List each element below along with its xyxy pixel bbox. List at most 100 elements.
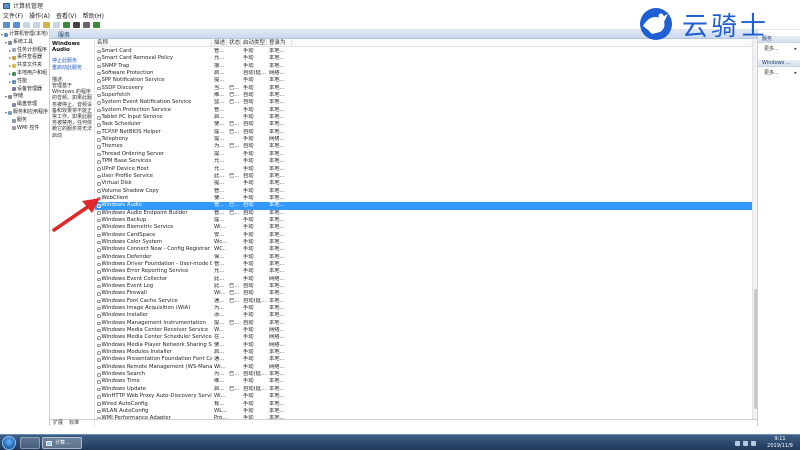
table-row[interactable]: Windows Event Collector 此... 手动 网络... xyxy=(95,276,752,283)
service-startup-type: 手动 xyxy=(243,55,254,62)
tab-standard[interactable]: 标准 xyxy=(66,420,82,426)
more-actions-link[interactable]: 更多... ▸ xyxy=(758,45,800,54)
table-row[interactable]: WLAN AutoConfig WL... 手动 本地... xyxy=(95,408,752,415)
table-row[interactable]: Telephony 提... 手动 网络... xyxy=(95,136,752,143)
taskbar-explorer-button[interactable] xyxy=(20,437,40,449)
tree-node[interactable]: ▸ 性能 xyxy=(0,78,49,86)
table-row[interactable]: WebClient 使... 手动 本地... xyxy=(95,195,752,202)
table-row[interactable]: Windows Error Reporting Service 允... 手动 本地.… xyxy=(95,268,752,275)
table-row[interactable]: Windows Image Acquisition (WIA) 为... 手动 本地.… xyxy=(95,305,752,312)
table-row-selected[interactable]: Windows Audio 管... 已... 自动 本地... xyxy=(95,202,752,210)
column-startup-type[interactable]: 启动类型 xyxy=(241,39,267,47)
restart-service-icon[interactable] xyxy=(93,21,100,28)
table-row[interactable]: Volume Shadow Copy 管... 手动 本地... xyxy=(95,188,752,195)
menu-help[interactable]: 帮助(H) xyxy=(83,11,104,20)
table-row[interactable]: SNMP Trap 接... 手动 本地... xyxy=(95,63,752,70)
clock[interactable]: 9:11 2019/11/9 xyxy=(762,436,798,450)
table-row[interactable]: WinHTTP Web Proxy Auto-Discovery Service… xyxy=(95,393,752,400)
table-row[interactable]: User Profile Service 此... 已... 自动 本地... xyxy=(95,173,752,180)
table-row[interactable]: Windows Connect Now - Config Registrar WC… xyxy=(95,246,752,253)
table-row[interactable]: Windows CardSpace 安... 手动 本地... xyxy=(95,232,752,239)
table-row[interactable]: Windows Media Center Scheduler Service 在.… xyxy=(95,334,752,341)
table-row[interactable]: TCP/IP NetBIOS Helper 提... 已... 自动 本地... xyxy=(95,129,752,136)
column-log-on-as[interactable]: 登录为 xyxy=(267,39,292,47)
table-row[interactable]: Software Protection 启... 自动(延... 网络... xyxy=(95,70,752,77)
table-row[interactable]: Windows Font Cache Service 通... 已... 自动(延..… xyxy=(95,298,752,305)
start-service-icon[interactable] xyxy=(63,21,70,28)
table-row[interactable]: Windows Defender 保... 手动 本地... xyxy=(95,254,752,261)
table-row[interactable]: Thread Ordering Server 提... 手动 本地... xyxy=(95,151,752,158)
tree-node[interactable]: ▾ 计算机管理(本地) xyxy=(0,31,49,39)
table-row[interactable]: Virtual Disk 提... 手动 本地... xyxy=(95,180,752,187)
table-row[interactable]: Windows Driver Foundation - User-mode Dr… xyxy=(95,261,752,268)
more-actions-link-2[interactable]: 更多... ▸ xyxy=(758,69,800,78)
table-row[interactable]: Smart Card Removal Policy 允... 手动 本地... xyxy=(95,55,752,62)
table-row[interactable]: Windows Color System Wc... 手动 本地... xyxy=(95,239,752,246)
start-button[interactable] xyxy=(2,436,16,450)
service-startup-type: 手动 xyxy=(243,238,254,245)
table-row[interactable]: Windows Modules Installer 启... 手动 本地... xyxy=(95,349,752,356)
table-row[interactable]: Windows Biometric Service Wi... 手动 本地... xyxy=(95,224,752,231)
forward-icon[interactable] xyxy=(13,21,20,28)
menu-action[interactable]: 操作(A) xyxy=(29,11,50,20)
column-name[interactable]: 名称 xyxy=(95,39,212,47)
pause-service-icon[interactable] xyxy=(83,21,90,28)
table-row[interactable]: Windows Search 为... 已... 自动(延... 本地... xyxy=(95,371,752,378)
service-status xyxy=(227,334,241,341)
table-row[interactable]: Windows Presentation Foundation Font Cac… xyxy=(95,356,752,363)
tree-node[interactable]: 设备管理器 xyxy=(0,86,49,94)
stop-service-icon[interactable] xyxy=(73,21,80,28)
table-row[interactable]: Windows Media Center Receiver Service W..… xyxy=(95,327,752,334)
table-row[interactable]: SPP Notification Service 提... 手动 本地... xyxy=(95,77,752,84)
network-icon[interactable] xyxy=(735,440,740,446)
table-row[interactable]: Windows Remote Management (WS-Manage... W… xyxy=(95,364,752,371)
tree-node-icon xyxy=(12,71,16,76)
table-row[interactable]: Windows Backup 提... 手动 本地... xyxy=(95,217,752,224)
export-list-icon[interactable] xyxy=(43,21,50,28)
table-row[interactable]: UPnP Device Host 允... 手动 本地... xyxy=(95,166,752,173)
tree-node[interactable]: 服务 xyxy=(0,117,49,125)
table-row[interactable]: Task Scheduler 使... 已... 自动 本地... xyxy=(95,121,752,128)
table-row[interactable]: Windows Installer 添... 手动 本地... xyxy=(95,312,752,319)
tab-extended[interactable]: 扩展 xyxy=(50,420,66,426)
volume-icon[interactable] xyxy=(743,440,748,446)
table-row[interactable]: Windows Event Log 此... 已... 自动 本地... xyxy=(95,283,752,290)
tree-node-icon xyxy=(12,56,16,61)
table-row[interactable]: Smart Card 管... 手动 本地... xyxy=(95,48,752,55)
table-row[interactable]: Windows Time 维... 手动 本地... xyxy=(95,378,752,385)
table-row[interactable]: System Protection Service 管... 手动 本地... xyxy=(95,107,752,114)
service-description: 接... xyxy=(214,62,225,69)
tree-node[interactable]: ▾ 服务和应用程序 xyxy=(0,109,49,117)
actions-header-selected-service[interactable]: Windows ... xyxy=(758,60,800,67)
table-row[interactable]: Windows Management Instrumentation 提... 已.… xyxy=(95,320,752,327)
table-row[interactable]: Superfetch 维... 已... 自动 本地... xyxy=(95,92,752,99)
taskbar-computer-management-button[interactable]: 计算... xyxy=(42,437,82,449)
service-name: System Event Notification Service xyxy=(101,99,192,106)
tree-node[interactable]: ▾ 存储 xyxy=(0,93,49,101)
tree-node[interactable]: ▾ 系统工具 xyxy=(0,39,49,47)
tree-node[interactable]: WMI 控件 xyxy=(0,125,49,133)
table-row[interactable]: Tablet PC Input Service 启... 手动 本地... xyxy=(95,114,752,121)
table-row[interactable]: Windows Media Player Network Sharing Ser… xyxy=(95,342,752,349)
table-row[interactable]: Windows Firewall Wi... 已... 自动 本地... xyxy=(95,290,752,297)
service-description: 当... xyxy=(214,84,225,91)
flag-icon[interactable] xyxy=(751,440,756,446)
column-description[interactable]: 描述 xyxy=(212,39,227,47)
refresh-icon[interactable] xyxy=(53,21,60,28)
back-icon[interactable] xyxy=(3,21,10,28)
tree-node[interactable]: ▸ 本地用户和组 xyxy=(0,70,49,78)
show-hide-tree-icon[interactable] xyxy=(23,21,30,28)
table-row[interactable]: Themes 为... 已... 自动 本地... xyxy=(95,143,752,150)
tree-node[interactable]: ▸ 共享文件夹 xyxy=(0,62,49,70)
menu-view[interactable]: 查看(V) xyxy=(56,11,77,20)
table-row[interactable]: Wired AutoConfig 有... 手动 本地... xyxy=(95,401,752,408)
table-row[interactable]: Windows Update 启... 已... 自动(延... 本地... xyxy=(95,386,752,393)
table-row[interactable]: System Event Notification Service 监... 已..… xyxy=(95,99,752,106)
table-row[interactable]: TPM Base Services 允... 手动 本地... xyxy=(95,158,752,165)
properties-icon[interactable] xyxy=(33,21,40,28)
column-status[interactable]: 状态 xyxy=(227,39,241,47)
table-row[interactable]: Windows Audio Endpoint Builder 管... 已... 自动… xyxy=(95,210,752,217)
menu-file[interactable]: 文件(F) xyxy=(3,11,23,20)
table-row[interactable]: SSDP Discovery 当... 已... 手动 本地... xyxy=(95,85,752,92)
tree-node[interactable]: 磁盘管理 xyxy=(0,101,49,109)
